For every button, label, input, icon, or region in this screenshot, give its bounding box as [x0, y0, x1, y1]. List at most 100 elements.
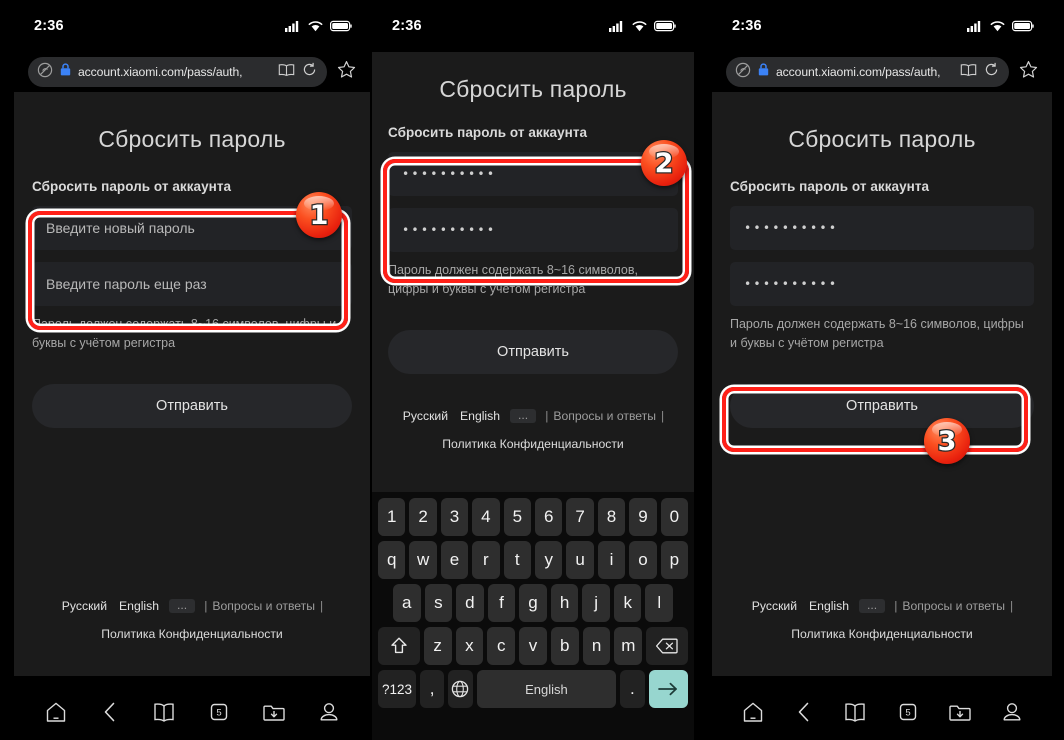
key-s[interactable]: s — [424, 584, 453, 622]
language-russian-link[interactable]: Русский — [403, 409, 448, 423]
key-4[interactable]: 4 — [472, 498, 500, 536]
language-english-link[interactable]: English — [809, 599, 849, 613]
key-x[interactable]: x — [455, 627, 484, 665]
annotation-badge-3-number: 3 — [936, 425, 957, 457]
bookmarks-book-icon[interactable] — [843, 701, 867, 723]
key-1[interactable]: 1 — [377, 498, 406, 536]
no-tracking-shield-icon[interactable] — [37, 62, 53, 83]
reload-icon[interactable] — [302, 62, 317, 82]
page-title: Сбросить пароль — [788, 126, 976, 152]
new-password-input[interactable]: •••••••••• — [730, 206, 1034, 250]
key-p[interactable]: p — [660, 541, 689, 579]
profile-account-icon[interactable] — [318, 701, 340, 723]
profile-account-icon[interactable] — [1001, 701, 1023, 723]
shift-arrow-icon[interactable] — [378, 627, 420, 665]
bookmarks-book-icon[interactable] — [152, 701, 176, 723]
submit-button[interactable]: Отправить — [730, 383, 1034, 428]
keyboard-row-numbers: 1 2 3 4 5 6 7 8 9 0 — [375, 498, 691, 536]
key-q[interactable]: q — [377, 541, 406, 579]
key-period[interactable]: . — [620, 670, 645, 708]
language-globe-icon[interactable] — [448, 670, 473, 708]
language-english-link[interactable]: English — [460, 409, 500, 423]
tabs-count-icon[interactable]: 5 — [897, 701, 919, 723]
annotation-badge-1: 1 — [296, 192, 342, 238]
reader-mode-icon[interactable] — [278, 63, 295, 82]
key-8[interactable]: 8 — [597, 498, 626, 536]
status-time: 2:36 — [392, 18, 422, 34]
key-z[interactable]: z — [423, 627, 452, 665]
url-bar[interactable]: account.xiaomi.com/pass/auth, — [28, 57, 327, 87]
key-v[interactable]: v — [519, 627, 547, 665]
key-c[interactable]: c — [487, 627, 516, 665]
bookmark-star-icon[interactable] — [337, 60, 356, 84]
keyboard-row-top: q w e r t y u i o p — [375, 541, 691, 579]
key-2[interactable]: 2 — [409, 498, 437, 536]
faq-link[interactable]: Вопросы и ответы — [553, 409, 656, 423]
language-russian-link[interactable]: Русский — [62, 599, 107, 613]
key-t[interactable]: t — [503, 541, 531, 579]
key-f[interactable]: f — [487, 584, 516, 622]
key-m[interactable]: m — [614, 627, 643, 665]
more-languages-button[interactable]: ... — [510, 409, 537, 423]
wifi-icon — [990, 20, 1005, 32]
key-h[interactable]: h — [550, 584, 579, 622]
key-u[interactable]: u — [566, 541, 594, 579]
key-l[interactable]: l — [645, 584, 674, 622]
downloads-folder-icon[interactable] — [262, 701, 286, 723]
privacy-policy-link[interactable]: Политика Конфиденциальности — [442, 437, 623, 451]
more-languages-button[interactable]: ... — [169, 599, 196, 613]
privacy-policy-link[interactable]: Политика Конфиденциальности — [101, 627, 282, 641]
submit-button[interactable]: Отправить — [388, 329, 678, 374]
symbols-key[interactable]: ?123 — [378, 670, 416, 708]
backspace-icon[interactable] — [646, 627, 688, 665]
reader-mode-icon[interactable] — [960, 63, 977, 82]
url-bar[interactable]: account.xiaomi.com/pass/auth, — [726, 57, 1009, 87]
key-b[interactable]: b — [550, 627, 579, 665]
new-password-input[interactable]: •••••••••• — [388, 152, 678, 196]
privacy-policy-link[interactable]: Политика Конфиденциальности — [791, 627, 972, 641]
submit-button[interactable]: Отправить — [32, 383, 352, 428]
space-key[interactable]: English — [476, 670, 617, 708]
key-3[interactable]: 3 — [440, 498, 469, 536]
key-n[interactable]: n — [582, 627, 611, 665]
home-icon[interactable] — [741, 701, 765, 723]
key-comma[interactable]: , — [419, 670, 445, 708]
key-9[interactable]: 9 — [629, 498, 657, 536]
key-k[interactable]: k — [613, 584, 642, 622]
key-a[interactable]: a — [392, 584, 421, 622]
key-i[interactable]: i — [597, 541, 626, 579]
key-o[interactable]: o — [629, 541, 657, 579]
key-y[interactable]: y — [535, 541, 563, 579]
key-e[interactable]: e — [440, 541, 469, 579]
confirm-password-input[interactable]: •••••••••• — [730, 262, 1034, 306]
faq-link[interactable]: Вопросы и ответы — [212, 599, 315, 613]
key-d[interactable]: d — [456, 584, 484, 622]
downloads-folder-icon[interactable] — [948, 701, 972, 723]
key-g[interactable]: g — [519, 584, 547, 622]
home-icon[interactable] — [44, 701, 68, 723]
browser-toolbar: account.xiaomi.com/pass/auth, — [14, 52, 370, 92]
back-chevron-icon[interactable] — [100, 701, 120, 723]
key-6[interactable]: 6 — [535, 498, 563, 536]
key-j[interactable]: j — [582, 584, 610, 622]
key-w[interactable]: w — [409, 541, 437, 579]
reload-icon[interactable] — [984, 62, 999, 82]
status-bar: 2:36 — [372, 0, 694, 52]
back-chevron-icon[interactable] — [794, 701, 814, 723]
annotation-badge-3: 3 — [924, 418, 970, 464]
confirm-password-input[interactable]: •••••••••• — [388, 208, 678, 252]
enter-arrow-icon[interactable] — [648, 670, 688, 708]
key-5[interactable]: 5 — [503, 498, 531, 536]
confirm-password-input[interactable]: Введите пароль еще раз — [32, 262, 352, 306]
key-r[interactable]: r — [472, 541, 500, 579]
key-7[interactable]: 7 — [566, 498, 594, 536]
more-languages-button[interactable]: ... — [859, 599, 886, 613]
tabs-count-icon[interactable]: 5 — [208, 701, 230, 723]
faq-link[interactable]: Вопросы и ответы — [902, 599, 1005, 613]
no-tracking-shield-icon[interactable] — [735, 62, 751, 83]
language-russian-link[interactable]: Русский — [752, 599, 797, 613]
language-english-link[interactable]: English — [119, 599, 159, 613]
status-icons — [967, 20, 1034, 32]
key-0[interactable]: 0 — [660, 498, 689, 536]
bookmark-star-icon[interactable] — [1019, 60, 1038, 84]
